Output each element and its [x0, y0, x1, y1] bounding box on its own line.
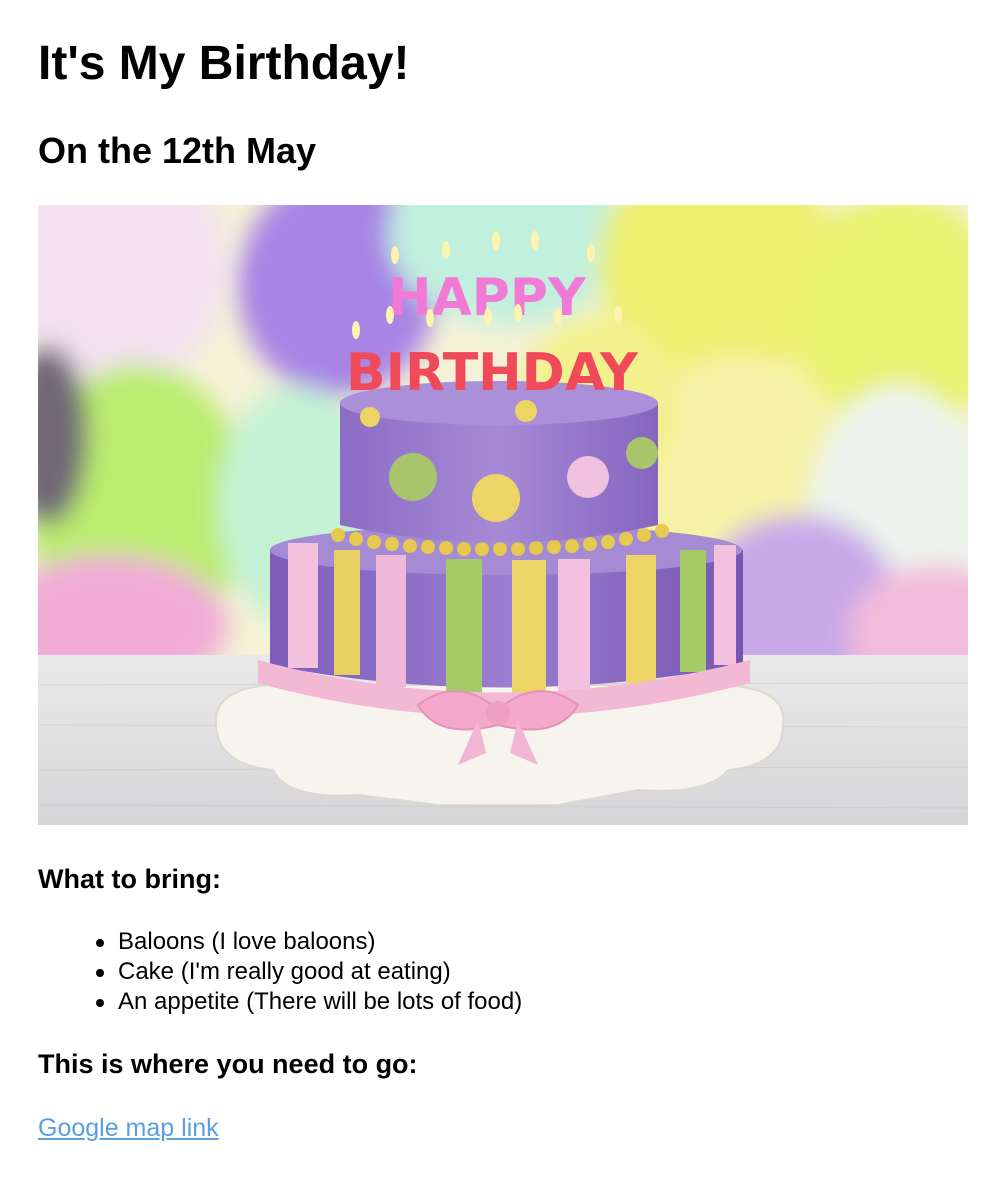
bullet-icon	[96, 999, 104, 1007]
google-map-link[interactable]: Google map link	[38, 1112, 219, 1144]
list-item: Cake (I'm really good at eating)	[96, 957, 522, 987]
page-title: It's My Birthday!	[38, 37, 410, 90]
list-item-text: An appetite (There will be lots of food)	[118, 988, 523, 1015]
bullet-icon	[96, 969, 104, 977]
list-item-text: Cake (I'm really good at eating)	[118, 958, 451, 985]
where-heading: This is where you need to go:	[38, 1049, 418, 1079]
page-subtitle: On the 12th May	[38, 130, 317, 171]
list-item-text: Baloons (I love baloons)	[118, 928, 376, 955]
list-item: Baloons (I love baloons)	[96, 927, 522, 957]
candle-lettering-bottom: BIRTHDAY	[346, 343, 639, 403]
bring-heading: What to bring:	[38, 864, 221, 894]
bullet-icon	[96, 939, 104, 947]
bring-list: Baloons (I love baloons) Cake (I'm reall…	[96, 927, 522, 1017]
birthday-cake-image: HAPPY BIRTHDAY	[38, 205, 968, 825]
list-item: An appetite (There will be lots of food)	[96, 987, 522, 1017]
